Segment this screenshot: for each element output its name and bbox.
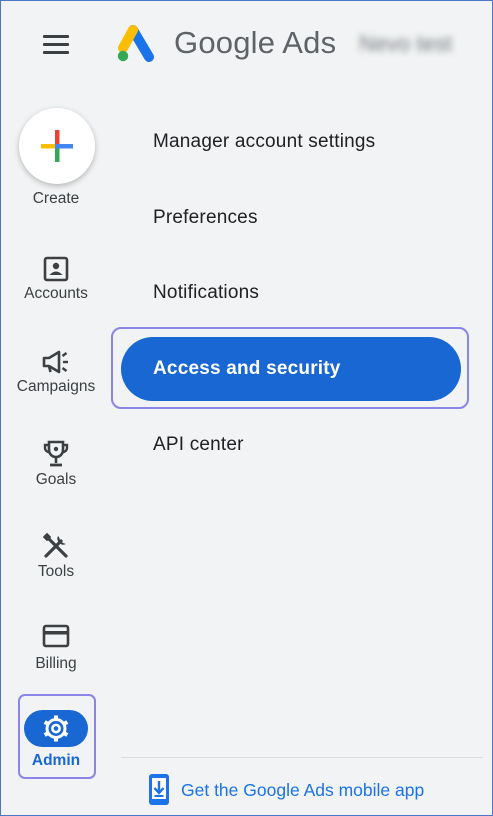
tools-icon — [42, 532, 68, 558]
main-menu-button[interactable] — [41, 33, 71, 55]
rail-item-tools[interactable]: Tools — [1, 531, 111, 581]
menu-item-preferences[interactable]: Preferences — [153, 207, 258, 229]
rail-item-label: Tools — [37, 563, 75, 580]
mobile-download-icon — [149, 774, 169, 805]
gear-icon — [43, 715, 69, 742]
create-label-wrap: Create — [1, 188, 111, 208]
menu-item-access-and-security[interactable]: Access and security — [121, 337, 461, 401]
rail-item-campaigns[interactable]: Campaigns — [1, 348, 111, 396]
megaphone-icon — [42, 350, 68, 374]
plus-icon — [41, 130, 73, 162]
rail-item-label: Billing — [35, 655, 77, 672]
menu-item-label: Access and security — [153, 358, 341, 379]
hamburger-line — [43, 35, 69, 38]
app-frame: Google Ads Nevo test Create Accounts Cam… — [0, 0, 493, 816]
google-ads-logo-icon — [117, 25, 154, 62]
rail-item-accounts[interactable]: Accounts — [1, 255, 111, 303]
create-button[interactable] — [19, 108, 95, 184]
mobile-app-link[interactable]: Get the Google Ads mobile app — [147, 773, 424, 807]
menu-item-manager-account-settings[interactable]: Manager account settings — [153, 131, 375, 153]
hamburger-line — [43, 51, 69, 54]
credit-card-icon — [42, 624, 70, 648]
rail-item-label: Goals — [35, 471, 77, 488]
account-name: Nevo test — [359, 31, 452, 56]
rail-item-admin-label: Admin — [31, 752, 81, 769]
accounts-icon — [43, 256, 69, 282]
rail-item-label: Accounts — [24, 285, 88, 302]
menu-item-api-center[interactable]: API center — [153, 434, 244, 456]
menu-item-notifications[interactable]: Notifications — [153, 282, 259, 304]
brand-title: Google Ads — [174, 25, 337, 60]
mobile-app-link-label: Get the Google Ads mobile app — [181, 780, 425, 800]
hamburger-line — [43, 43, 69, 46]
rail-item-billing[interactable]: Billing — [1, 623, 111, 673]
divider — [121, 757, 483, 758]
rail-item-goals[interactable]: Goals — [1, 439, 111, 489]
rail-item-label: Campaigns — [16, 378, 96, 395]
rail-item-admin[interactable] — [24, 710, 88, 747]
trophy-icon — [43, 440, 69, 467]
create-label: Create — [32, 190, 80, 207]
